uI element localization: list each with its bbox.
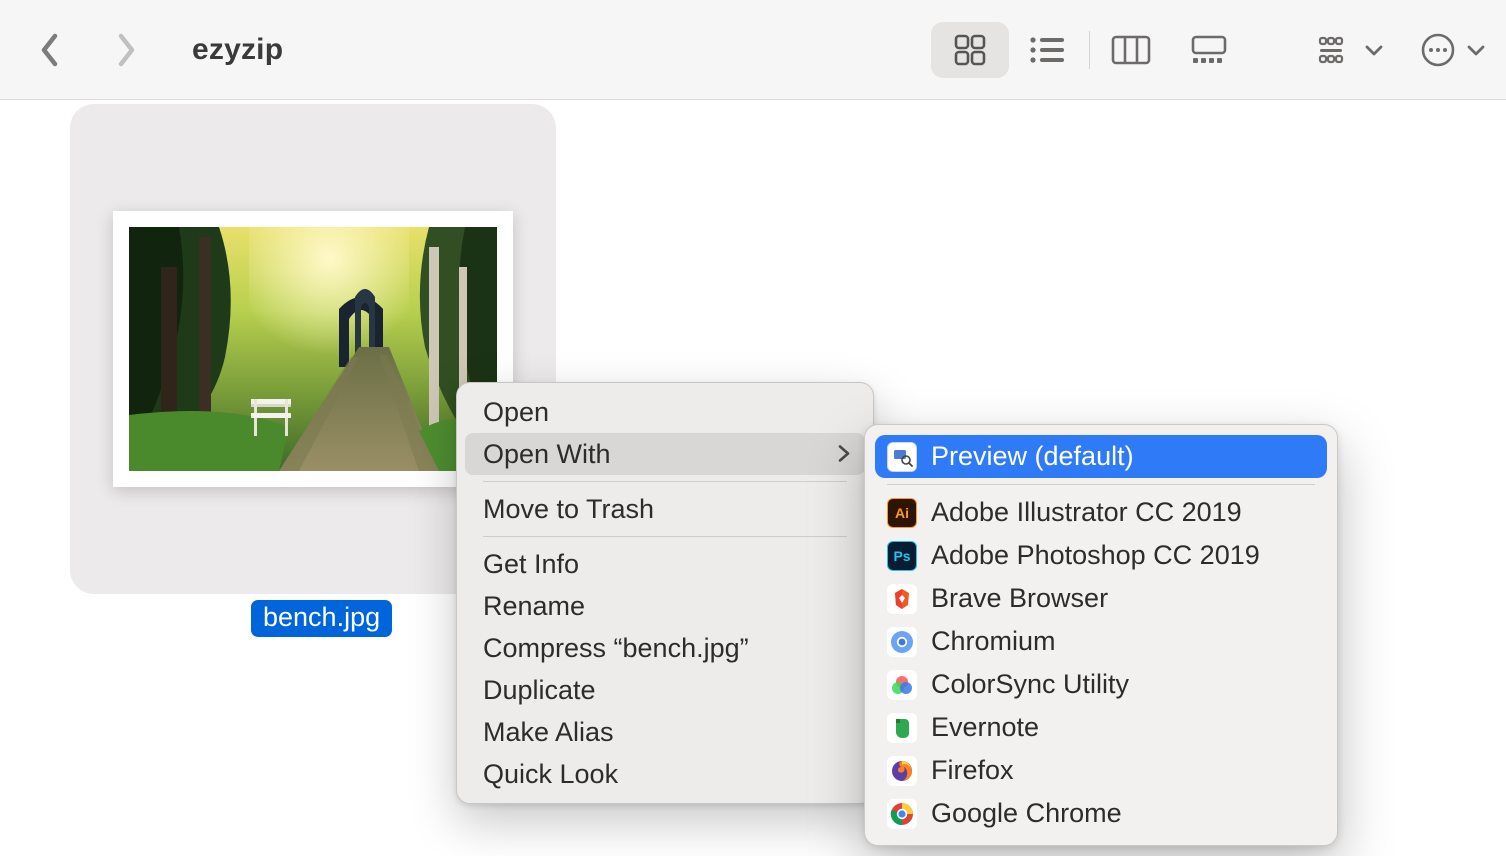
ctx-get-info[interactable]: Get Info xyxy=(465,543,865,585)
chevron-down-icon xyxy=(1466,43,1486,57)
submenu-separator xyxy=(887,484,1315,485)
ctx-open[interactable]: Open xyxy=(465,391,865,433)
colorsync-app-icon xyxy=(887,670,917,700)
chromium-app-icon xyxy=(887,627,917,657)
list-icon xyxy=(1028,35,1068,65)
openwith-brave-label: Brave Browser xyxy=(931,583,1108,614)
chevron-left-icon xyxy=(39,33,61,67)
file-thumbnail-frame xyxy=(113,211,513,487)
view-toggle-group xyxy=(931,22,1248,78)
ctx-make-alias[interactable]: Make Alias xyxy=(465,711,865,753)
ctx-move-to-trash[interactable]: Move to Trash xyxy=(465,488,865,530)
ellipsis-circle-icon xyxy=(1420,32,1456,68)
icon-view-button[interactable] xyxy=(931,22,1009,78)
group-icon xyxy=(1318,36,1354,64)
ctx-move-to-trash-label: Move to Trash xyxy=(483,494,654,525)
file-name-label[interactable]: bench.jpg xyxy=(251,600,392,637)
illustrator-app-icon: Ai xyxy=(887,498,917,528)
open-with-submenu: Preview (default) Ai Adobe Illustrator C… xyxy=(864,424,1338,846)
back-button[interactable] xyxy=(30,30,70,70)
toolbar-right-tools xyxy=(1318,32,1486,68)
openwith-illustrator-label: Adobe Illustrator CC 2019 xyxy=(931,497,1242,528)
ctx-open-with[interactable]: Open With xyxy=(465,433,865,475)
chevron-right-icon xyxy=(115,33,137,67)
ctx-compress[interactable]: Compress “bench.jpg” xyxy=(465,627,865,669)
openwith-photoshop-label: Adobe Photoshop CC 2019 xyxy=(931,540,1260,571)
gallery-view-button[interactable] xyxy=(1170,22,1248,78)
openwith-brave[interactable]: Brave Browser xyxy=(875,577,1327,620)
list-view-button[interactable] xyxy=(1009,22,1087,78)
openwith-chromium[interactable]: Chromium xyxy=(875,620,1327,663)
openwith-evernote[interactable]: Evernote xyxy=(875,706,1327,749)
ctx-quick-look[interactable]: Quick Look xyxy=(465,753,865,795)
openwith-preview[interactable]: Preview (default) xyxy=(875,435,1327,478)
ctx-separator xyxy=(483,536,847,537)
openwith-chrome-label: Google Chrome xyxy=(931,798,1122,829)
chrome-app-icon xyxy=(887,799,917,829)
view-divider xyxy=(1089,31,1090,69)
evernote-app-icon xyxy=(887,713,917,743)
ctx-make-alias-label: Make Alias xyxy=(483,717,614,748)
columns-icon xyxy=(1111,35,1151,65)
action-menu-button[interactable] xyxy=(1420,32,1486,68)
openwith-colorsync-label: ColorSync Utility xyxy=(931,669,1129,700)
chevron-right-icon xyxy=(837,439,851,470)
openwith-preview-label: Preview (default) xyxy=(931,441,1134,472)
openwith-photoshop[interactable]: Ps Adobe Photoshop CC 2019 xyxy=(875,534,1327,577)
preview-app-icon xyxy=(887,442,917,472)
brave-app-icon xyxy=(887,584,917,614)
openwith-firefox-label: Firefox xyxy=(931,755,1014,786)
ctx-get-info-label: Get Info xyxy=(483,549,579,580)
photoshop-app-icon: Ps xyxy=(887,541,917,571)
toolbar: ezyzip xyxy=(0,0,1506,100)
openwith-colorsync[interactable]: ColorSync Utility xyxy=(875,663,1327,706)
ctx-separator xyxy=(483,481,847,482)
ctx-rename[interactable]: Rename xyxy=(465,585,865,627)
chevron-down-icon xyxy=(1364,43,1384,57)
openwith-chromium-label: Chromium xyxy=(931,626,1056,657)
group-by-button[interactable] xyxy=(1318,36,1384,64)
gallery-icon xyxy=(1189,35,1229,65)
ctx-open-with-label: Open With xyxy=(483,439,611,470)
nav-buttons xyxy=(30,30,146,70)
ctx-quick-look-label: Quick Look xyxy=(483,759,618,790)
context-menu: Open Open With Move to Trash Get Info Re… xyxy=(456,382,874,804)
ctx-open-label: Open xyxy=(483,397,549,428)
ctx-rename-label: Rename xyxy=(483,591,585,622)
openwith-illustrator[interactable]: Ai Adobe Illustrator CC 2019 xyxy=(875,491,1327,534)
openwith-firefox[interactable]: Firefox xyxy=(875,749,1327,792)
firefox-app-icon xyxy=(887,756,917,786)
file-browser-area[interactable]: bench.jpg Open Open With Move to Trash G… xyxy=(0,100,1506,856)
column-view-button[interactable] xyxy=(1092,22,1170,78)
openwith-chrome[interactable]: Google Chrome xyxy=(875,792,1327,835)
ctx-duplicate[interactable]: Duplicate xyxy=(465,669,865,711)
openwith-evernote-label: Evernote xyxy=(931,712,1039,743)
grid-icon xyxy=(952,32,988,68)
file-thumbnail-image xyxy=(129,227,497,471)
ctx-duplicate-label: Duplicate xyxy=(483,675,596,706)
folder-title: ezyzip xyxy=(192,33,283,67)
ctx-compress-label: Compress “bench.jpg” xyxy=(483,633,749,664)
forward-button[interactable] xyxy=(106,30,146,70)
